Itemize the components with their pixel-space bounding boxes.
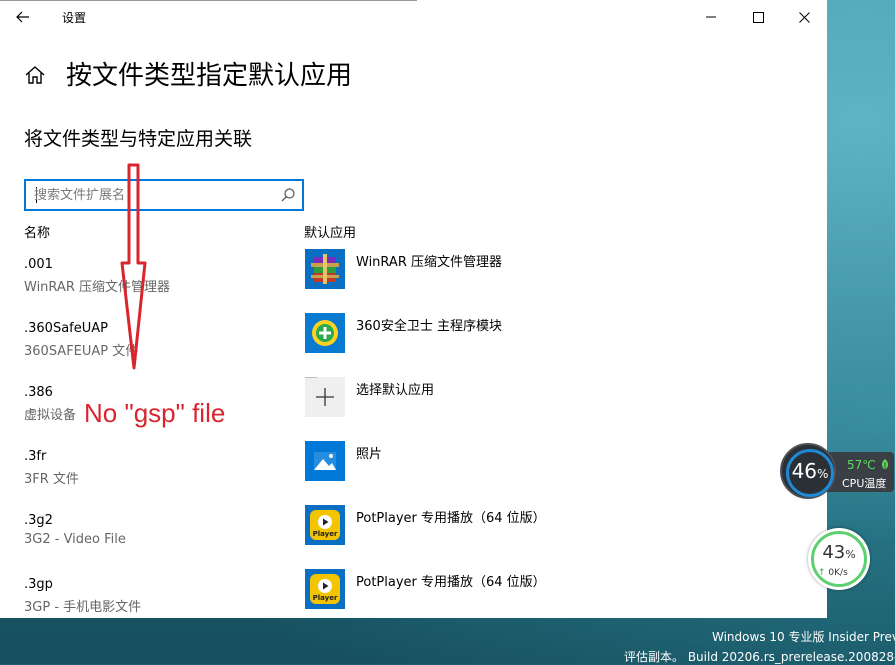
memory-percent-sign: % (845, 548, 856, 561)
memory-monitor-widget[interactable]: 43% ↑ 0K/s (808, 528, 870, 590)
app-name: 360安全卫士 主程序模块 (356, 319, 502, 334)
plus-icon (305, 377, 345, 417)
window-title: 设置 (62, 11, 87, 25)
app-name: 照片 (356, 447, 383, 462)
extension-label: .3g2 (24, 513, 53, 528)
app-name: WinRAR 压缩文件管理器 (356, 255, 502, 270)
back-arrow-icon (16, 11, 29, 23)
network-speed: ↑ 0K/s (818, 568, 848, 578)
search-box[interactable] (24, 179, 304, 211)
annotation-arrow-icon (120, 163, 147, 370)
extension-label: .001 (24, 257, 53, 272)
extension-description: 虚拟设备 (24, 408, 77, 423)
potplayer-icon: Player (305, 569, 345, 609)
cpu-temperature-label: CPU温度 (842, 477, 887, 490)
360-safe-icon (305, 313, 345, 353)
search-icon[interactable] (280, 187, 296, 203)
minimize-icon (706, 16, 716, 18)
minimize-button[interactable] (697, 6, 725, 28)
cpu-usage-value: 46% (782, 459, 838, 483)
memory-percent: 43 (822, 542, 846, 563)
column-header-name: 名称 (24, 226, 51, 241)
upload-arrow-icon: ↑ (818, 568, 826, 578)
maximize-button[interactable] (744, 6, 772, 28)
memory-usage-value: 43% (808, 542, 870, 563)
file-type-row: .3g2 3G2 - Video File Player PotPlayer 专… (0, 505, 827, 577)
leaf-icon (882, 459, 888, 471)
annotation-text: No "gsp" file (84, 398, 226, 428)
app-name: 选择默认应用 (356, 383, 435, 398)
extension-label: .3fr (24, 449, 47, 464)
cpu-usage-gauge: 46% (780, 443, 836, 499)
settings-window: 设置 按文件类型指定默认应用 将文件类型与特定应用关联 名称 默认应用 .001… (0, 0, 827, 618)
file-type-row: .3fr 3FR 文件 照片 (0, 441, 827, 513)
winrar-icon (305, 249, 345, 289)
windows-watermark-line1: Windows 10 专业版 Insider Prev (712, 630, 895, 644)
file-type-row: .3gp 3GP - 手机电影文件 Player PotPlayer 专用播放（… (0, 569, 827, 618)
section-subtitle: 将文件类型与特定应用关联 (24, 128, 253, 150)
app-name: PotPlayer 专用播放（64 位版） (356, 575, 546, 590)
svg-text:Player: Player (313, 530, 338, 538)
page-title: 按文件类型指定默认应用 (66, 61, 353, 91)
extension-description: 3GP - 手机电影文件 (24, 600, 142, 615)
extension-description: 3FR 文件 (24, 472, 79, 487)
svg-text:Player: Player (313, 594, 338, 602)
photos-icon (305, 441, 345, 481)
title-bar: 设置 (0, 0, 827, 34)
potplayer-icon: Player (305, 505, 345, 545)
windows-watermark-line2: 评估副本。 Build 20206.rs_prerelease.200828-1 (624, 650, 895, 664)
column-header-default-app: 默认应用 (304, 226, 357, 241)
app-name: PotPlayer 专用播放（64 位版） (356, 511, 546, 526)
maximize-icon (752, 11, 764, 23)
extension-description: 3G2 - Video File (24, 532, 126, 547)
home-icon[interactable] (24, 64, 46, 86)
cpu-temperature: 57℃ (847, 458, 876, 472)
back-button[interactable] (10, 6, 36, 28)
cpu-percent: 46 (791, 459, 818, 483)
extension-label: .386 (24, 385, 53, 400)
extension-label: .3gp (24, 577, 53, 592)
extension-label: .360SafeUAP (24, 321, 108, 336)
close-button[interactable] (790, 6, 818, 28)
cpu-monitor-widget[interactable]: 57℃ CPU温度 46% (780, 443, 894, 501)
cpu-percent-sign: % (817, 467, 829, 481)
close-icon (798, 11, 810, 23)
network-speed-value: 0K/s (828, 568, 848, 578)
